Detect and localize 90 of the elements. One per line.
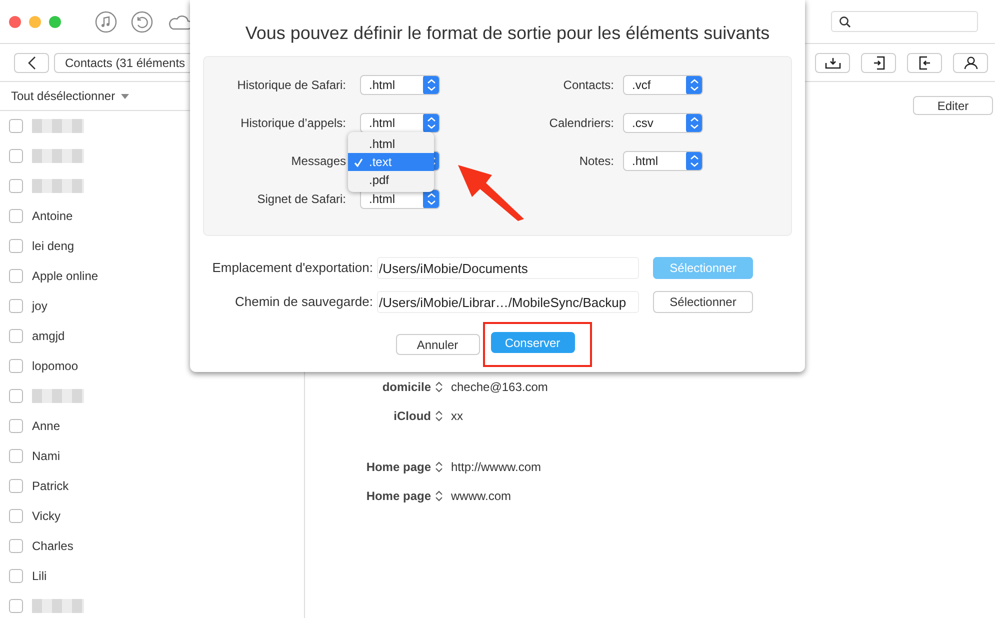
format-select[interactable]: .csv xyxy=(623,113,703,133)
contact-name[interactable]: Lili xyxy=(32,569,47,583)
chevron-left-icon xyxy=(28,56,36,70)
contact-name[interactable]: Vicky xyxy=(32,509,60,523)
format-select[interactable]: .html xyxy=(360,75,440,95)
close-button[interactable] xyxy=(9,16,21,28)
checkbox[interactable] xyxy=(9,179,23,193)
deselect-all-menu[interactable]: Tout désélectionner xyxy=(11,89,116,103)
checkbox[interactable] xyxy=(9,329,23,343)
cloud-icon[interactable] xyxy=(167,12,193,30)
format-select[interactable]: .vcf xyxy=(623,75,703,95)
format-label: Calendriers: xyxy=(549,116,614,130)
stepper-icon xyxy=(686,114,702,132)
edit-button[interactable]: Editer xyxy=(913,96,993,115)
redacted-block xyxy=(32,179,84,193)
format-label: Signet de Safari: xyxy=(257,192,346,206)
checkbox[interactable] xyxy=(9,419,23,433)
contact-name[interactable]: Anne xyxy=(32,419,60,433)
checkbox[interactable] xyxy=(9,569,23,583)
contact-name[interactable]: Nami xyxy=(32,449,60,463)
stepper-icon xyxy=(686,152,702,170)
export-door-icon[interactable] xyxy=(907,52,942,72)
field-value: xx xyxy=(451,408,463,422)
checkbox[interactable] xyxy=(9,149,23,163)
checkbox[interactable] xyxy=(9,239,23,253)
contact-name[interactable]: joy xyxy=(32,299,48,313)
checkbox[interactable] xyxy=(9,479,23,493)
redacted-block xyxy=(32,389,84,403)
back-button[interactable] xyxy=(14,52,49,72)
contact-name[interactable]: amgjd xyxy=(32,329,65,343)
checkbox[interactable] xyxy=(9,299,23,313)
minimize-button[interactable] xyxy=(29,16,41,28)
field-value: cheche@163.com xyxy=(451,380,548,394)
search-field[interactable] xyxy=(831,11,978,32)
field-label: iCloud xyxy=(392,408,431,422)
path-field[interactable]: /Users/iMobie/Documents xyxy=(377,256,639,278)
stepper-icon xyxy=(686,76,702,94)
format-label: Messages xyxy=(291,154,346,168)
stepper-icon[interactable] xyxy=(435,460,443,472)
path-field[interactable]: /Users/iMobie/Librar…/MobileSync/Backup xyxy=(377,290,639,312)
import-tray-icon[interactable] xyxy=(815,52,850,72)
pointer-arrow xyxy=(456,163,526,223)
menu-item[interactable]: .pdf xyxy=(348,171,434,189)
path-label: Emplacement d'exportation: xyxy=(211,260,373,275)
checkbox[interactable] xyxy=(9,599,23,613)
field-value: wwww.com xyxy=(451,488,512,502)
contact-name[interactable]: lei deng xyxy=(32,239,74,253)
contact-name[interactable]: Apple online xyxy=(32,269,98,283)
checkmark-icon xyxy=(354,158,363,167)
format-label: Notes: xyxy=(579,154,614,168)
music-note-icon[interactable] xyxy=(95,10,117,32)
format-select[interactable]: .html xyxy=(360,113,440,133)
stepper-icon xyxy=(423,76,439,94)
search-icon xyxy=(839,16,851,28)
menu-item[interactable]: .html xyxy=(348,135,434,153)
person-icon[interactable] xyxy=(953,52,988,72)
import-door-icon[interactable] xyxy=(861,52,896,72)
refresh-icon[interactable] xyxy=(131,10,153,32)
checkbox[interactable] xyxy=(9,449,23,463)
checkbox[interactable] xyxy=(9,119,23,133)
stepper-icon[interactable] xyxy=(435,490,443,502)
format-label: Contacts: xyxy=(563,78,614,92)
redacted-block xyxy=(32,599,84,613)
stepper-icon[interactable] xyxy=(435,380,443,392)
dialog-title: Vous pouvez définir le format de sortie pour les éléments suivants xyxy=(244,22,771,45)
field-value: http://wwww.com xyxy=(451,460,542,474)
field-label: domicile xyxy=(381,380,431,394)
contact-name[interactable]: Patrick xyxy=(32,479,69,493)
checkbox[interactable] xyxy=(9,509,23,523)
redacted-block xyxy=(32,149,84,163)
contact-name[interactable]: Charles xyxy=(32,539,74,553)
format-label: Historique d’appels: xyxy=(240,116,346,130)
cancel-button[interactable]: Annuler xyxy=(396,334,480,355)
caret-icon xyxy=(121,94,130,98)
contact-name[interactable]: lopomoo xyxy=(32,359,78,373)
redacted-block xyxy=(32,119,84,133)
zoom-button[interactable] xyxy=(49,16,61,28)
format-label: Historique de Safari: xyxy=(237,78,346,92)
checkbox[interactable] xyxy=(9,359,23,373)
checkbox[interactable] xyxy=(9,269,23,283)
contact-name[interactable]: Antoine xyxy=(32,209,73,223)
field-label: Home page xyxy=(365,460,431,474)
field-label: Home page xyxy=(365,488,431,502)
format-select[interactable]: .html xyxy=(623,151,703,171)
checkbox[interactable] xyxy=(9,209,23,223)
checkbox[interactable] xyxy=(9,539,23,553)
checkbox[interactable] xyxy=(9,389,23,403)
stepper-icon[interactable] xyxy=(435,410,443,422)
select-folder-button[interactable]: Sélectionner xyxy=(653,290,753,312)
path-label: Chemin de sauvegarde: xyxy=(234,294,373,309)
